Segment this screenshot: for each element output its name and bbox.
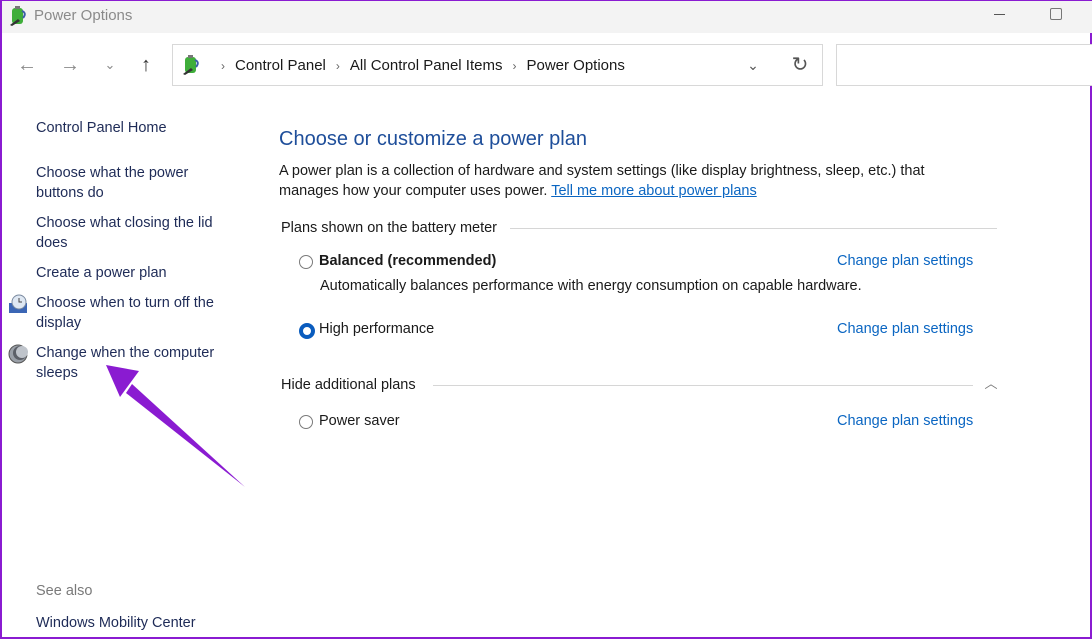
chevron-up-icon[interactable]: ︿	[982, 375, 1000, 393]
battery-power-icon	[10, 6, 26, 26]
search-input[interactable]	[836, 44, 1092, 86]
sidebar-computer-sleeps[interactable]: Change when the computer sleeps	[36, 343, 236, 383]
address-bar[interactable]: › Control Panel › All Control Panel Item…	[172, 44, 823, 86]
battery-meter-group-label: Plans shown on the battery meter	[281, 220, 498, 236]
plan-balanced-description: Automatically balances performance with …	[320, 278, 862, 294]
sidebar-create-plan[interactable]: Create a power plan	[36, 263, 236, 283]
chevron-right-icon[interactable]: ›	[512, 59, 516, 73]
see-also-label: See also	[36, 583, 93, 599]
up-button[interactable]: ↑	[134, 53, 158, 77]
sidebar-mobility-center[interactable]: Windows Mobility Center	[36, 613, 236, 633]
plan-balanced-label[interactable]: Balanced (recommended)	[319, 253, 496, 269]
chevron-right-icon[interactable]: ›	[221, 59, 225, 73]
page-description: A power plan is a collection of hardware…	[279, 161, 979, 201]
breadcrumb: › Control Panel › All Control Panel Item…	[211, 57, 625, 74]
refresh-icon[interactable]: ↻	[789, 54, 811, 76]
divider	[510, 228, 997, 229]
battery-power-icon	[183, 55, 199, 75]
chevron-down-icon[interactable]: ⌄	[743, 55, 763, 75]
breadcrumb-control-panel[interactable]: Control Panel	[235, 57, 326, 74]
sidebar-closing-lid[interactable]: Choose what closing the lid does	[36, 213, 236, 253]
title-bar: Power Options	[2, 1, 1092, 33]
radio-high-performance[interactable]	[299, 323, 315, 339]
sleep-moon-icon	[8, 344, 28, 364]
display-clock-icon	[9, 294, 27, 313]
change-plan-settings-high-performance[interactable]: Change plan settings	[837, 321, 973, 337]
chevron-right-icon[interactable]: ›	[336, 59, 340, 73]
sidebar-power-buttons[interactable]: Choose what the power buttons do	[36, 163, 236, 203]
minimize-button[interactable]	[977, 1, 1023, 31]
divider	[433, 385, 973, 386]
plan-power-saver-label[interactable]: Power saver	[319, 413, 400, 429]
page-title: Choose or customize a power plan	[279, 128, 587, 150]
maximize-button[interactable]	[1033, 1, 1079, 31]
back-button[interactable]: ←	[15, 53, 39, 77]
additional-plans-label: Hide additional plans	[281, 377, 416, 393]
forward-button[interactable]: →	[58, 53, 82, 77]
radio-power-saver[interactable]	[299, 415, 313, 429]
window-title: Power Options	[34, 7, 133, 24]
plan-high-performance-label[interactable]: High performance	[319, 321, 434, 337]
sidebar-turn-off-display[interactable]: Choose when to turn off the display	[36, 293, 236, 333]
recent-locations-button[interactable]: ⌄	[98, 53, 122, 77]
radio-balanced[interactable]	[299, 255, 313, 269]
arrow-shaft	[126, 384, 245, 487]
breadcrumb-all-items[interactable]: All Control Panel Items	[350, 57, 503, 74]
sidebar-control-panel-home[interactable]: Control Panel Home	[36, 118, 236, 138]
change-plan-settings-power-saver[interactable]: Change plan settings	[837, 413, 973, 429]
breadcrumb-power-options[interactable]: Power Options	[526, 57, 624, 74]
change-plan-settings-balanced[interactable]: Change plan settings	[837, 253, 973, 269]
learn-more-link[interactable]: Tell me more about power plans	[551, 183, 757, 199]
